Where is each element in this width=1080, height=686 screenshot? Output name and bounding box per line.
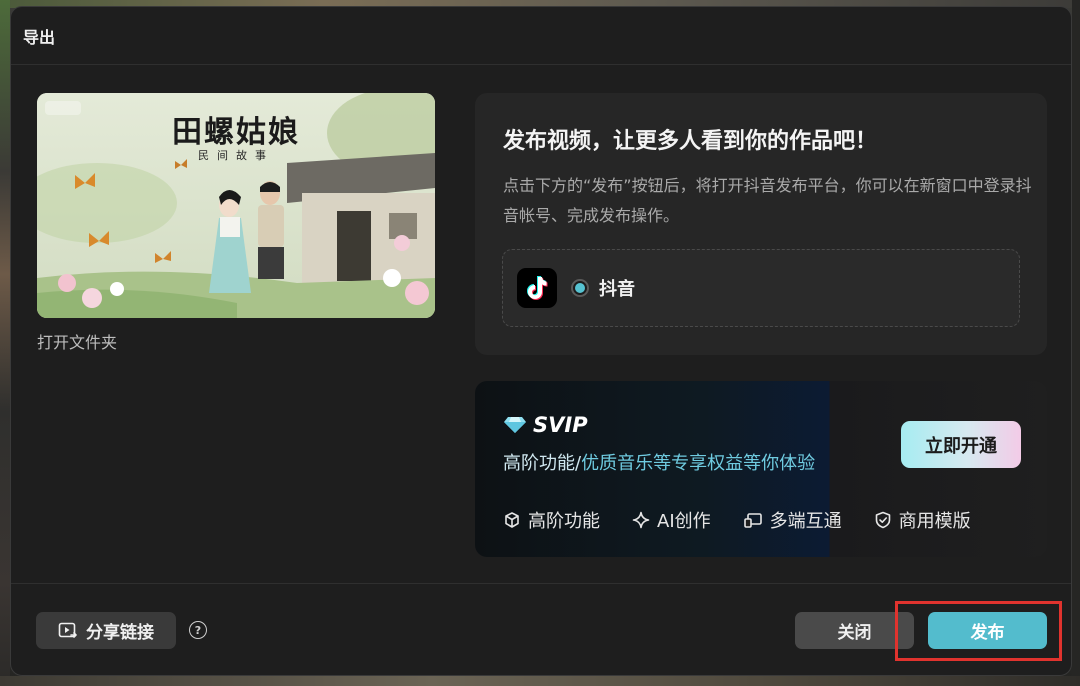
feature-label: 多端互通 <box>769 511 842 532</box>
svip-tagline-prefix: 高阶功能/ <box>503 453 582 474</box>
publish-description: 点击下方的“发布”按钮后，将打开抖音发布平台，你可以在新窗口中登录抖音帐号、完成… <box>503 176 1032 225</box>
feature-commercial-template: 商用模版 <box>874 507 971 533</box>
share-link-label: 分享链接 <box>86 623 154 643</box>
svip-features: 高阶功能 AI创作 多端互通 商用模版 <box>503 507 1027 533</box>
dialog-header: 导出 <box>11 7 1071 65</box>
shield-check-icon <box>875 511 890 529</box>
douyin-logo-icon <box>517 268 557 308</box>
export-dialog: 导出 田螺姑娘 民间故事 打开文件夹 发布视频，让更多人看到你的作品吧！ 点击下… <box>10 6 1072 676</box>
background-strip-right <box>1072 0 1080 686</box>
sparkle-icon <box>632 511 650 529</box>
feature-advanced: 高阶功能 <box>503 507 600 533</box>
platform-label: 抖音 <box>599 279 635 300</box>
share-link-button[interactable]: 分享链接 <box>36 612 176 649</box>
svip-logo-text: SVIP <box>533 413 588 437</box>
publish-button[interactable]: 发布 <box>928 612 1047 649</box>
close-button[interactable]: 关闭 <box>795 612 914 649</box>
preview-subtitle: 民间故事 <box>198 149 274 162</box>
feature-ai: AI创作 <box>632 507 711 533</box>
radio-selected-dot <box>575 283 585 293</box>
preview-title: 田螺姑娘 <box>172 115 300 150</box>
background-strip-bottom <box>0 676 1080 686</box>
video-preview: 田螺姑娘 民间故事 <box>37 93 435 318</box>
svip-logo: SVIP <box>503 413 588 437</box>
background-strip-left <box>0 0 10 686</box>
platform-option-douyin[interactable]: 抖音 <box>502 249 1020 327</box>
devices-icon <box>743 513 762 528</box>
feature-label: 高阶功能 <box>528 511 600 532</box>
diamond-icon <box>504 417 526 433</box>
open-folder-link[interactable]: 打开文件夹 <box>37 329 117 353</box>
cube-icon <box>505 512 519 528</box>
svip-tagline: 高阶功能/优质音乐等专享权益等你体验 <box>503 449 815 475</box>
feature-label: 商用模版 <box>898 511 971 532</box>
feature-label: AI创作 <box>657 511 711 532</box>
activate-svip-button[interactable]: 立即开通 <box>901 421 1021 468</box>
platform-radio[interactable] <box>571 279 589 297</box>
dialog-footer: 分享链接 ? 关闭 发布 <box>11 583 1071 675</box>
dialog-title: 导出 <box>23 27 56 47</box>
publish-heading: 发布视频，让更多人看到你的作品吧！ <box>503 129 878 154</box>
feature-multi-device: 多端互通 <box>743 507 842 533</box>
question-circle-icon[interactable]: ? <box>189 621 207 639</box>
publish-card: 发布视频，让更多人看到你的作品吧！ 点击下方的“发布”按钮后，将打开抖音发布平台… <box>475 93 1047 355</box>
svip-card: SVIP 高阶功能/优质音乐等专享权益等你体验 立即开通 高阶功能 AI创作 多… <box>475 381 1047 557</box>
share-video-icon <box>58 622 77 638</box>
svip-tagline-highlight: 优质音乐等专享权益等你体验 <box>581 453 816 474</box>
